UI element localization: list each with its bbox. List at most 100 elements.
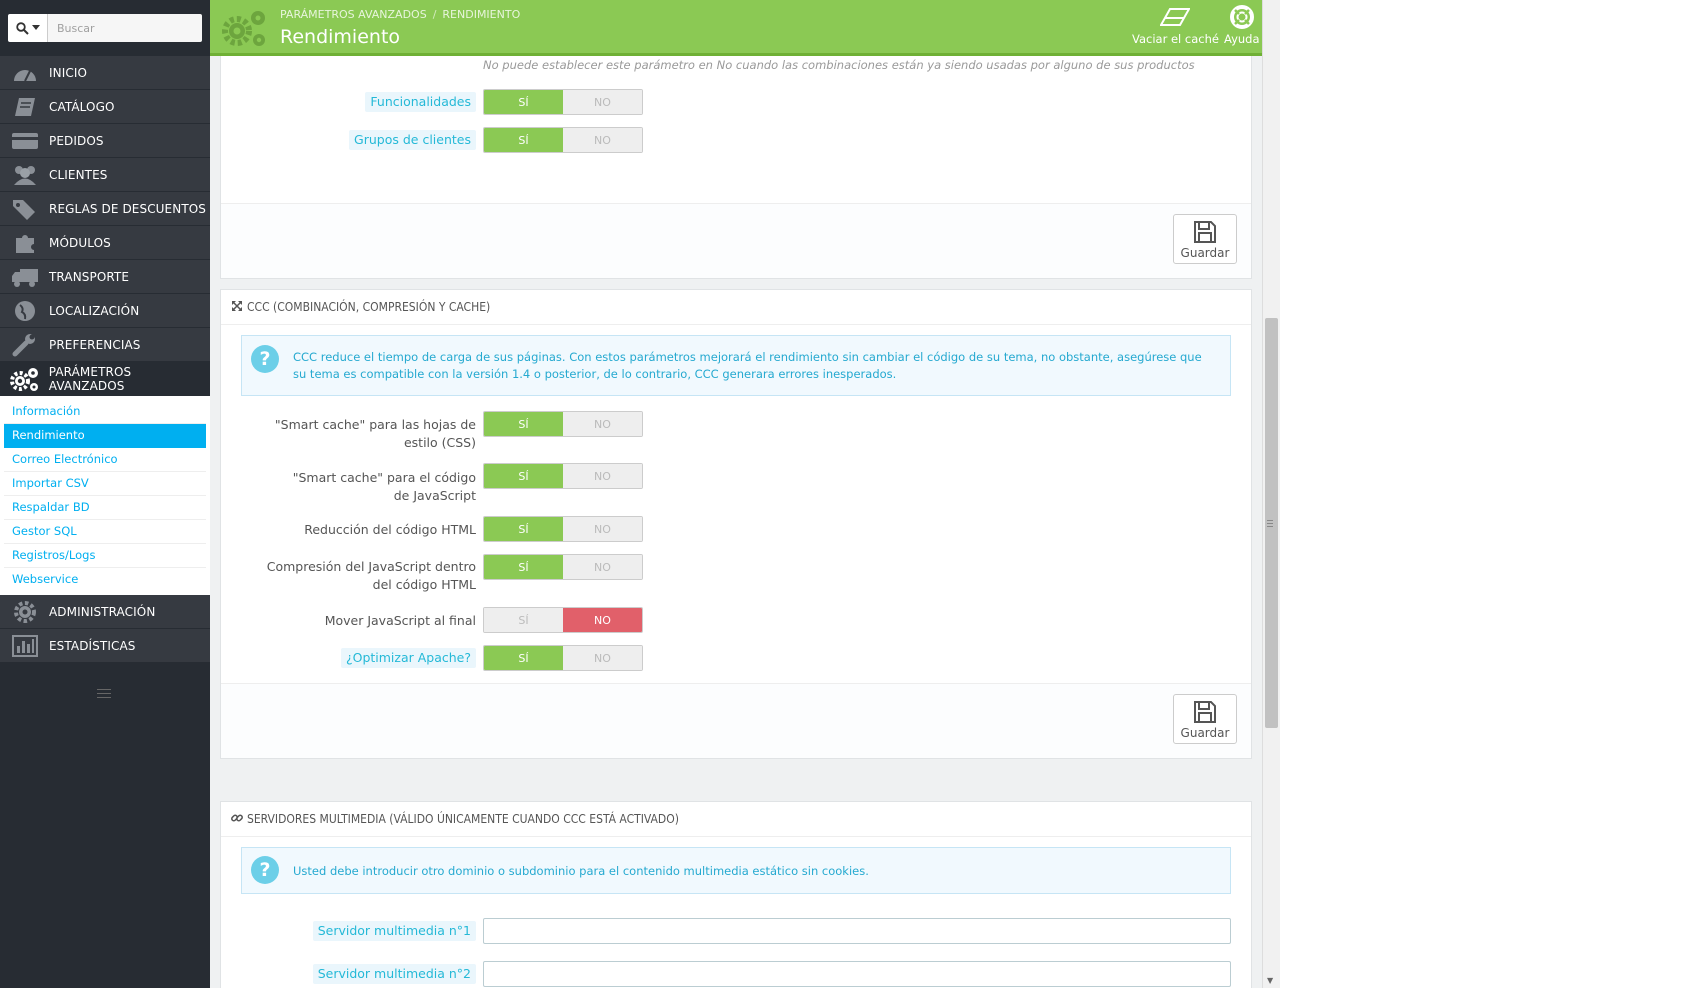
sidebar-collapse-toggle[interactable]: [97, 689, 111, 701]
nav-item-label: PARÁMETROS AVANZADOS: [48, 364, 132, 393]
globe-icon: [6, 294, 44, 327]
clear-cache-label: Vaciar el caché: [1132, 32, 1219, 46]
switch-yes[interactable]: SÍ: [484, 608, 563, 632]
nav-item-parametros-avanzados[interactable]: PARÁMETROS AVANZADOS: [0, 362, 210, 396]
funcionalidades-switch[interactable]: SÍ NO: [483, 89, 643, 115]
move-js-label: Mover JavaScript al final: [324, 613, 476, 628]
field-label: ¿Optimizar Apache?: [340, 648, 476, 668]
search-icon: [15, 21, 29, 35]
wrench-icon: [6, 328, 44, 361]
help-button[interactable]: Ayuda: [1224, 5, 1260, 46]
grupos-clientes-label[interactable]: Grupos de clientes: [349, 130, 476, 150]
switch-yes[interactable]: SÍ: [484, 412, 563, 436]
media-server-2-label[interactable]: Servidor multimedia n°2: [312, 964, 476, 984]
switch-yes[interactable]: SÍ: [484, 555, 563, 579]
nav-item-label: CLIENTES: [49, 167, 108, 182]
nav-item-inicio[interactable]: INICIO: [0, 56, 210, 90]
js-compression-switch[interactable]: SÍ NO: [483, 554, 643, 580]
question-icon: ?: [250, 344, 280, 379]
switch-yes[interactable]: SÍ: [484, 128, 563, 152]
smart-cache-css-label: "Smart cache" para las hojas de estilo (…: [274, 417, 476, 450]
save-button[interactable]: Guardar: [1173, 214, 1237, 264]
field-label: Servidor multimedia n°2: [312, 964, 476, 984]
js-compression-label: Compresión del JavaScript dentro del cód…: [266, 559, 476, 592]
question-icon: ?: [250, 855, 280, 890]
search-bar: [8, 14, 202, 42]
switch-yes[interactable]: SÍ: [484, 646, 563, 670]
submenu-item-registros-logs[interactable]: Registros/Logs: [4, 544, 206, 568]
switch-no[interactable]: NO: [563, 608, 642, 632]
info-text: CCC reduce el tiempo de carga de sus pág…: [293, 350, 1202, 381]
switch-no[interactable]: NO: [563, 517, 642, 541]
page-header: PARÁMETROS AVANZADOS / RENDIMIENTO Rendimi…: [210, 0, 1262, 56]
nav-item-modulos[interactable]: MÓDULOS: [0, 226, 210, 260]
nav-item-label: INICIO: [49, 65, 88, 80]
puzzle-icon: [6, 226, 44, 259]
nav-item-reglas-descuentos[interactable]: REGLAS DE DESCUENTOS: [0, 192, 210, 226]
breadcrumb-item[interactable]: RENDIMIENTO: [442, 8, 520, 21]
submenu-item-correo[interactable]: Correo Electrónico: [4, 448, 206, 472]
scroll-down-arrow-icon[interactable]: ▼: [1267, 976, 1273, 985]
nav-item-label: LOCALIZACIÓN: [49, 303, 140, 318]
panel-heading: SERVIDORES MULTIMEDIA (VÁLIDO ÚNICAMENTE…: [221, 802, 1251, 837]
svg-text:?: ?: [259, 859, 270, 881]
link-icon: [231, 803, 243, 837]
media-server-1-input[interactable]: [483, 918, 1231, 944]
switch-yes[interactable]: SÍ: [484, 90, 563, 114]
media-server-1-label[interactable]: Servidor multimedia n°1: [312, 921, 476, 941]
nav-item-catalogo[interactable]: CATÁLOGO: [0, 90, 210, 124]
nav-item-label: ESTADÍSTICAS: [49, 638, 136, 653]
users-icon: [6, 158, 44, 191]
save-button[interactable]: Guardar: [1173, 694, 1237, 744]
nav-item-preferencias[interactable]: PREFERENCIAS: [0, 328, 210, 362]
nav-item-administracion[interactable]: ADMINISTRACIÓN: [0, 595, 210, 629]
page-scrollbar[interactable]: ▼: [1262, 0, 1280, 988]
submenu-item-importar-csv[interactable]: Importar CSV: [4, 472, 206, 496]
nav-item-label: ADMINISTRACIÓN: [49, 604, 156, 619]
page-title: Rendimiento: [280, 26, 401, 48]
html-reduction-switch[interactable]: SÍ NO: [483, 516, 643, 542]
funcionalidades-label[interactable]: Funcionalidades: [365, 92, 476, 112]
svg-text:?: ?: [259, 348, 270, 370]
nav-item-label: CATÁLOGO: [49, 99, 115, 114]
bar-chart-icon: [6, 629, 44, 662]
submenu-item-gestor-sql[interactable]: Gestor SQL: [4, 520, 206, 544]
optimize-apache-switch[interactable]: SÍ NO: [483, 645, 643, 671]
credit-card-icon: [6, 124, 44, 157]
nav-item-transporte[interactable]: TRANSPORTE: [0, 260, 210, 294]
nav-item-estadisticas[interactable]: ESTADÍSTICAS: [0, 629, 210, 663]
clear-cache-button[interactable]: Vaciar el caché: [1132, 6, 1219, 46]
help-label: Ayuda: [1224, 32, 1260, 46]
search-input[interactable]: [48, 14, 202, 42]
submenu-item-informacion[interactable]: Información: [4, 400, 206, 424]
smart-cache-js-label: "Smart cache" para el código de JavaScri…: [292, 470, 476, 503]
grupos-clientes-switch[interactable]: SÍ NO: [483, 127, 643, 153]
dashboard-icon: [6, 56, 44, 89]
submenu-item-rendimiento[interactable]: Rendimiento: [4, 424, 206, 448]
switch-no[interactable]: NO: [563, 90, 642, 114]
optimize-apache-label[interactable]: ¿Optimizar Apache?: [340, 648, 476, 668]
gears-icon: [6, 362, 44, 395]
switch-no[interactable]: NO: [563, 412, 642, 436]
main-nav: INICIO CATÁLOGO PEDIDOS CLIENTES REGLAS …: [0, 56, 210, 663]
switch-yes[interactable]: SÍ: [484, 517, 563, 541]
breadcrumb-item[interactable]: PARÁMETROS AVANZADOS: [280, 8, 427, 21]
switch-no[interactable]: NO: [563, 128, 642, 152]
switch-yes[interactable]: SÍ: [484, 464, 563, 488]
switch-no[interactable]: NO: [563, 555, 642, 579]
media-server-2-input[interactable]: [483, 961, 1231, 987]
nav-item-localizacion[interactable]: LOCALIZACIÓN: [0, 294, 210, 328]
nav-item-pedidos[interactable]: PEDIDOS: [0, 124, 210, 158]
panel-footer: Guardar: [221, 203, 1251, 278]
nav-item-clientes[interactable]: CLIENTES: [0, 158, 210, 192]
truck-icon: [6, 260, 44, 293]
smart-cache-css-switch[interactable]: SÍ NO: [483, 411, 643, 437]
smart-cache-js-switch[interactable]: SÍ NO: [483, 463, 643, 489]
submenu-item-respaldar-bd[interactable]: Respaldar BD: [4, 496, 206, 520]
submenu-item-webservice[interactable]: Webservice: [4, 568, 206, 591]
switch-no[interactable]: NO: [563, 464, 642, 488]
search-type-dropdown[interactable]: [8, 14, 48, 42]
switch-no[interactable]: NO: [563, 646, 642, 670]
panel-title: CCC (COMBINACIÓN, COMPRESIÓN Y CACHE): [247, 300, 491, 314]
move-js-switch[interactable]: SÍ NO: [483, 607, 643, 633]
